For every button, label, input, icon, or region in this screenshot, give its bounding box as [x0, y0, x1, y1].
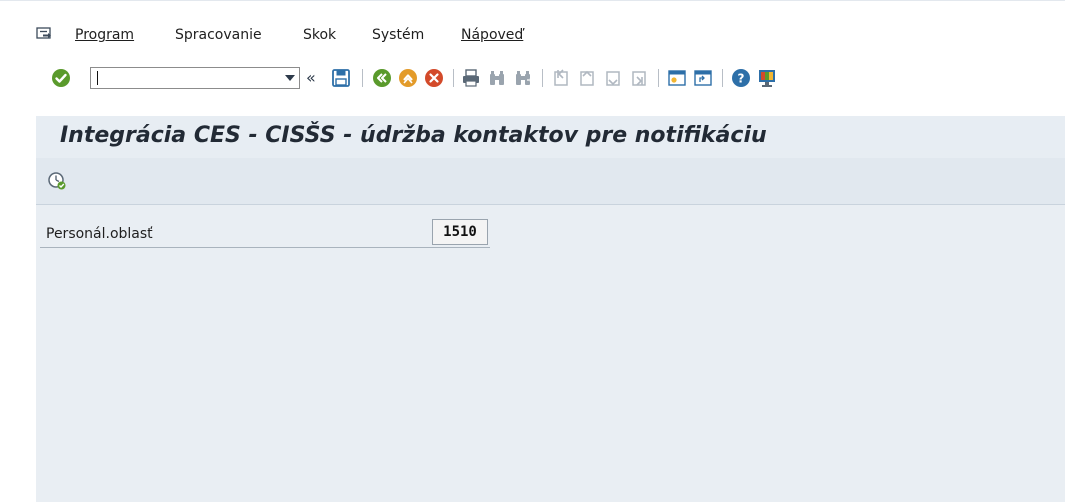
command-dropdown-icon[interactable] [285, 75, 295, 81]
new-session-icon[interactable] [666, 67, 688, 89]
menu-item-label: Spracovanie [175, 27, 262, 43]
menu-item-label: Systém [372, 27, 425, 43]
menu-bar: Program Spracovanie Skok Systém Nápoveď [0, 0, 1065, 53]
first-page-icon[interactable] [550, 67, 572, 89]
system-toolbar: « ? [0, 52, 1065, 102]
menu-item-spracovanie[interactable]: Spracovanie [175, 27, 262, 43]
back-icon[interactable] [371, 67, 393, 89]
command-field[interactable] [90, 67, 300, 89]
exit-icon[interactable] [397, 67, 419, 89]
next-page-icon[interactable] [602, 67, 624, 89]
command-input[interactable] [93, 69, 277, 87]
page-title: Integrácia CES - CISŠS - údržba kontakto… [60, 123, 767, 148]
menu-item-label: Skok [303, 27, 337, 43]
toolbar-separator [542, 69, 543, 87]
toolbar-separator [453, 69, 454, 87]
menu-item-system[interactable]: Systém [372, 27, 424, 43]
personnel-area-label: Personál.oblasť [46, 226, 153, 242]
print-icon[interactable] [460, 67, 482, 89]
customize-layout-icon[interactable] [756, 67, 778, 89]
collapse-icon[interactable]: « [306, 68, 316, 87]
title-bar: Integrácia CES - CISŠS - údržba kontakto… [36, 116, 1065, 159]
save-icon[interactable] [330, 67, 352, 89]
menu-item-program[interactable]: Program [75, 27, 134, 43]
find-next-icon[interactable] [512, 67, 534, 89]
menu-icon[interactable] [36, 27, 52, 41]
personnel-area-field[interactable]: 1510 [432, 219, 488, 245]
selection-screen: Personál.oblasť 1510 [36, 205, 1065, 502]
last-page-icon[interactable] [628, 67, 650, 89]
cancel-icon[interactable] [423, 67, 445, 89]
toolbar-separator [362, 69, 363, 87]
menu-item-napoved[interactable]: Nápoveď [461, 27, 523, 43]
previous-page-icon[interactable] [576, 67, 598, 89]
toolbar-separator [658, 69, 659, 87]
help-icon[interactable]: ? [730, 67, 752, 89]
menu-item-label: Nápoveď [461, 27, 524, 43]
menu-item-skok[interactable]: Skok [303, 27, 336, 43]
menu-item-label: Program [75, 27, 135, 43]
label-underline [40, 247, 490, 248]
text-caret [97, 71, 98, 85]
execute-icon[interactable] [46, 170, 68, 192]
find-icon[interactable] [486, 67, 508, 89]
toolbar-separator [722, 69, 723, 87]
shortcut-icon[interactable] [692, 67, 714, 89]
application-toolbar [36, 158, 1065, 205]
enter-icon[interactable] [50, 67, 72, 89]
svg-text:?: ? [738, 72, 745, 86]
